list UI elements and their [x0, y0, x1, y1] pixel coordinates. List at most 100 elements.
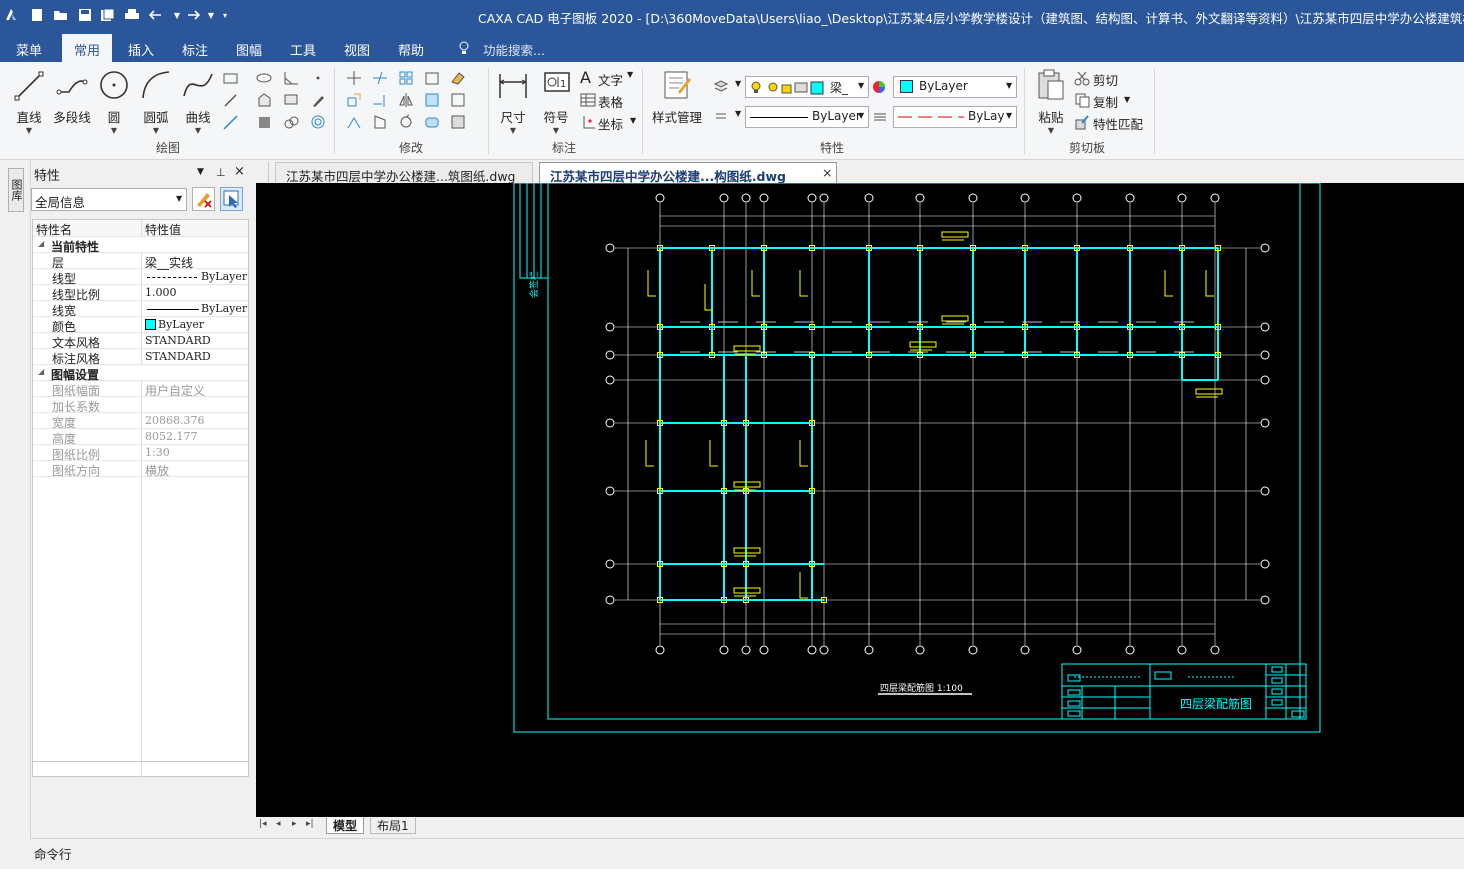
prop-row-text-style[interactable]: 文本风格 STANDARD — [33, 333, 248, 350]
angle-icon[interactable] — [283, 70, 300, 87]
copy-button[interactable]: 复制 — [1093, 92, 1118, 111]
construct-line-icon[interactable] — [222, 114, 239, 131]
prop-row-color[interactable]: 颜色 ByLayer — [33, 317, 248, 334]
first-layout-icon[interactable]: |◂ — [259, 819, 267, 829]
prop-row-sheet-size[interactable]: 图纸幅面 用户自定义 — [33, 381, 248, 398]
quick-select-button[interactable] — [192, 187, 215, 211]
new-file-icon[interactable] — [28, 6, 46, 24]
command-line[interactable]: 命令行 — [31, 838, 1464, 869]
doc-tab-structure[interactable]: 江苏某市四层中学办公楼建...构图纸.dwg × — [539, 162, 837, 184]
tab-model[interactable]: 模型 — [326, 817, 365, 834]
prop-row-dim-style[interactable]: 标注风格 STANDARD — [33, 349, 248, 366]
pen-icon[interactable] — [310, 92, 327, 109]
scale-icon[interactable] — [424, 92, 441, 109]
scissors-icon[interactable] — [1074, 70, 1091, 87]
undo-icon[interactable] — [148, 6, 166, 24]
mirror-icon[interactable] — [398, 92, 415, 109]
save-all-icon[interactable] — [99, 6, 117, 24]
tab-insert[interactable]: 插入 — [128, 40, 154, 59]
trim-icon[interactable] — [372, 70, 389, 87]
app-logo-icon[interactable] — [2, 6, 20, 24]
tab-tools[interactable]: 工具 — [290, 40, 316, 59]
layer-combo[interactable]: 梁_ ▼ — [745, 76, 869, 98]
next-layout-icon[interactable]: ▸ — [292, 819, 297, 829]
prop-row-linewidth[interactable]: 线宽 ByLayer — [33, 301, 248, 318]
last-layout-icon[interactable]: ▸| — [306, 819, 314, 829]
color-combo[interactable]: ByLayer ▼ — [893, 76, 1017, 98]
layer-manager-icon[interactable] — [713, 78, 730, 95]
collapse-icon[interactable]: ◢ — [38, 239, 44, 248]
rectangle-icon[interactable] — [222, 70, 239, 87]
redo-icon[interactable] — [183, 6, 201, 24]
tab-layout1[interactable]: 布局1 — [370, 817, 416, 834]
coordinate-tool[interactable]: 坐标 — [598, 114, 623, 133]
prop-row-orientation[interactable]: 图纸方向 横放 — [33, 461, 248, 478]
slash-line-icon[interactable] — [222, 92, 239, 109]
circle-button[interactable]: 圆 ▼ — [93, 68, 135, 135]
close-tab-icon[interactable]: × — [822, 165, 832, 180]
select-objects-button[interactable] — [220, 187, 243, 211]
tab-menu[interactable]: 菜单 — [16, 40, 42, 59]
line-button[interactable]: 直线 ▼ — [8, 68, 50, 135]
prop-row-layer[interactable]: 层梁__实线 — [33, 253, 248, 270]
open-file-icon[interactable] — [52, 6, 70, 24]
copy-move-icon[interactable] — [346, 92, 363, 109]
doc-tab-architecture[interactable]: 江苏某市四层中学办公楼建...筑图纸.dwg — [275, 162, 533, 184]
color-wheel-icon[interactable] — [871, 79, 888, 96]
pin-icon[interactable]: ⊥ — [216, 166, 226, 179]
linetype-combo[interactable]: ByLay ▼ — [893, 106, 1017, 128]
eraser-icon[interactable] — [450, 70, 467, 87]
extend-icon[interactable] — [372, 92, 389, 109]
move-icon[interactable] — [346, 70, 363, 87]
prop-row-scale[interactable]: 图纸比例 1:30 — [33, 445, 248, 462]
chamfer-icon[interactable] — [450, 92, 467, 109]
tab-dimension[interactable]: 标注 — [182, 40, 208, 59]
spiral-icon[interactable] — [310, 114, 327, 131]
save-icon[interactable] — [76, 6, 94, 24]
block-icon[interactable] — [283, 92, 300, 109]
prev-layout-icon[interactable]: ◂ — [276, 819, 281, 829]
print-icon[interactable] — [123, 6, 141, 24]
cut-button[interactable]: 剪切 — [1093, 70, 1118, 89]
coordinate-icon[interactable] — [580, 114, 597, 131]
ellipse-icon[interactable] — [256, 70, 273, 87]
point-icon[interactable] — [310, 70, 327, 87]
array-icon[interactable] — [398, 70, 415, 87]
style-manager-button[interactable]: 样式管理 — [649, 68, 705, 126]
quick-access-customize-icon[interactable]: ▾ — [216, 6, 234, 24]
paste-button[interactable]: 粘贴 ▼ — [1030, 68, 1072, 135]
rotate-icon[interactable] — [398, 114, 415, 131]
panel-menu-icon[interactable]: ▼ — [197, 167, 204, 177]
prop-row-width[interactable]: 宽度 20868.376 — [33, 413, 248, 430]
library-tab[interactable]: 图库 — [8, 168, 24, 212]
fillet-icon[interactable] — [424, 114, 441, 131]
arc-button[interactable]: 圆弧 ▼ — [135, 68, 177, 135]
linetype-icon[interactable] — [872, 109, 889, 126]
table-tool[interactable]: 表格 — [598, 92, 623, 111]
break-icon[interactable] — [372, 114, 389, 131]
match-properties-icon[interactable] — [1074, 114, 1091, 131]
hatch-icon[interactable] — [256, 92, 273, 109]
symbol-button[interactable]: 1 符号 ▼ — [535, 68, 577, 135]
prop-row-linetype-scale[interactable]: 线型比例 1.000 — [33, 285, 248, 302]
collapse-icon[interactable]: ◢ — [38, 367, 44, 376]
match-properties-button[interactable]: 特性匹配 — [1093, 114, 1143, 133]
drawing-canvas[interactable]: 会签栏 四层梁配筋图 1:100 四层梁配筋图 — [256, 182, 1464, 817]
prop-row-extension[interactable]: 加长系数 — [33, 397, 248, 414]
group-sheet-settings[interactable]: ◢ 图幅设置 — [33, 365, 248, 382]
tab-view[interactable]: 视图 — [344, 40, 370, 59]
table-icon[interactable] — [580, 92, 597, 109]
line-weight-list-icon[interactable] — [713, 108, 730, 125]
offset-icon[interactable] — [424, 70, 441, 87]
dimension-size-button[interactable]: 尺寸 ▼ — [492, 68, 534, 135]
text-a-icon[interactable]: A — [580, 68, 591, 87]
text-tool[interactable]: 文字 — [598, 70, 623, 89]
stretch-icon[interactable] — [346, 114, 363, 131]
fill-icon[interactable] — [256, 114, 273, 131]
cloud-icon[interactable] — [283, 114, 300, 131]
linewidth-combo[interactable]: ByLayer ▼ — [745, 106, 869, 128]
copy-icon[interactable] — [1074, 92, 1091, 109]
scope-select[interactable]: 全局信息 ▼ — [31, 188, 187, 211]
function-search[interactable]: 功能搜索... — [483, 40, 545, 59]
close-icon[interactable]: × — [234, 164, 245, 179]
